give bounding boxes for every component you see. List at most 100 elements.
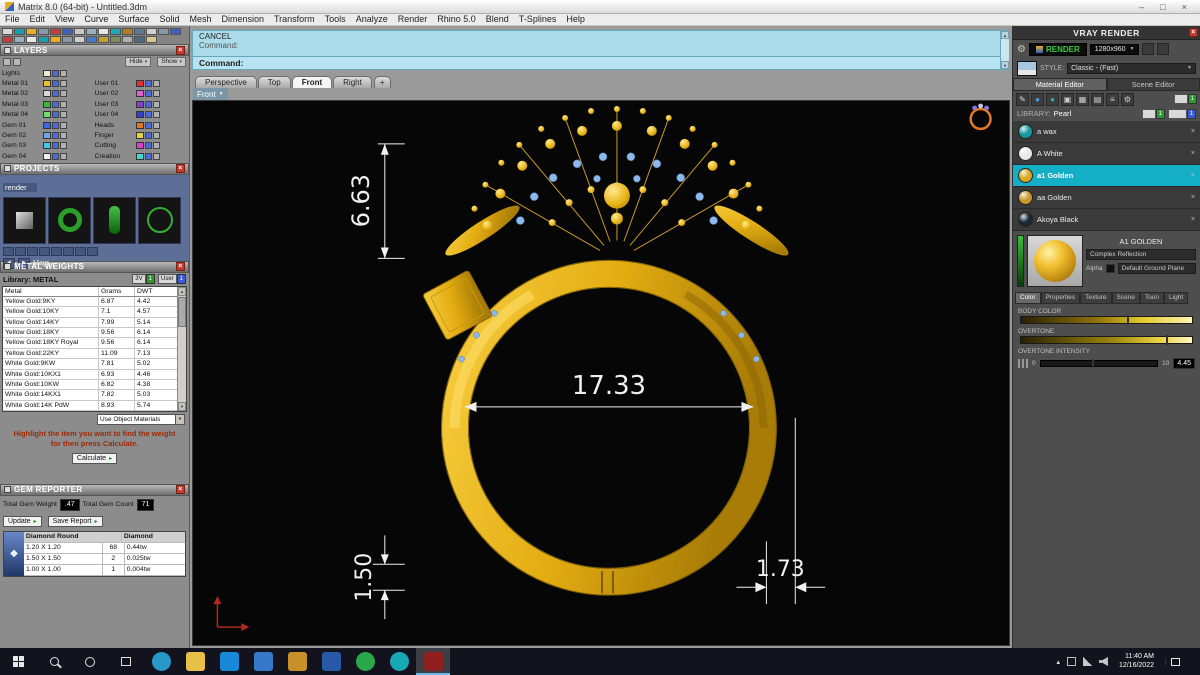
material-item[interactable]: a1 Golden ×: [1013, 165, 1200, 187]
dim-thickness[interactable]: 1.50: [352, 535, 405, 620]
close-icon[interactable]: ×: [176, 45, 185, 55]
toolbar-icon[interactable]: [134, 35, 145, 43]
close-icon[interactable]: ×: [176, 164, 185, 174]
layer-item[interactable]: Metal 02: [2, 89, 95, 99]
layer-item[interactable]: User 04: [95, 110, 188, 120]
alpha-swatch[interactable]: [1105, 264, 1115, 273]
vray-tool-icon[interactable]: ●: [1031, 92, 1044, 106]
layer-color-swatch[interactable]: [135, 132, 144, 140]
layer-item[interactable]: Gem 03: [2, 141, 95, 151]
layer-item[interactable]: Lights: [2, 68, 95, 78]
clock[interactable]: 11:40 AM 12/16/2022: [1115, 653, 1158, 670]
3v-toggle[interactable]: 3V 1: [1174, 94, 1197, 104]
gem-table-row[interactable]: 1.20 X 1.20 68 0.44tw: [24, 542, 185, 554]
column-header[interactable]: Grams: [99, 286, 135, 296]
project-tool-icon[interactable]: [15, 246, 26, 256]
menu-item[interactable]: Edit: [25, 14, 51, 25]
layer-name[interactable]: Gem 03: [2, 142, 42, 149]
toolbar-icon[interactable]: [2, 27, 13, 35]
layer-color-swatch[interactable]: [43, 132, 51, 140]
layer-name[interactable]: Gem 02: [2, 132, 42, 139]
toolbar-icon[interactable]: [62, 35, 73, 43]
user-toggle[interactable]: User 1: [1167, 108, 1196, 119]
layer-visibility-icon[interactable]: [60, 69, 67, 77]
scroll-up-icon[interactable]: ▲: [1001, 31, 1009, 39]
toolbar-icon[interactable]: [14, 35, 25, 43]
delete-material-icon[interactable]: ×: [1191, 216, 1195, 223]
scroll-down-icon[interactable]: ▼: [1001, 61, 1009, 69]
delete-layer-icon[interactable]: [13, 57, 21, 66]
gem-table-row[interactable]: 1.00 X 1.00 1 0.004tw: [24, 564, 185, 576]
layer-color-swatch[interactable]: [135, 100, 144, 108]
metal-library-label[interactable]: Library: METAL: [3, 275, 58, 284]
task-view-button[interactable]: [108, 648, 144, 675]
layer-name[interactable]: Metal 01: [2, 80, 42, 87]
layer-item[interactable]: Metal 01: [2, 78, 95, 88]
metal-table-row[interactable]: Yellow Gold:10KY 7.1 4.57: [3, 307, 177, 318]
layer-color-swatch[interactable]: [135, 111, 144, 119]
dim-height[interactable]: 6.63: [347, 143, 405, 259]
tab-scene-editor[interactable]: Scene Editor: [1106, 78, 1200, 91]
style-dropdown[interactable]: Classic - (Fast) ▼: [1067, 62, 1196, 74]
render-option-icon[interactable]: [1157, 43, 1170, 55]
layer-lock-icon[interactable]: [52, 152, 59, 160]
layer-visibility-icon[interactable]: [152, 111, 160, 119]
layer-lock-icon[interactable]: [52, 90, 59, 98]
hide-dropdown[interactable]: Hide ▾: [125, 56, 152, 67]
layer-lock-icon[interactable]: [144, 100, 152, 108]
layer-color-swatch[interactable]: [43, 152, 51, 160]
project-tool-icon[interactable]: [75, 246, 86, 256]
layer-lock-icon[interactable]: [52, 132, 59, 140]
scroll-down-icon[interactable]: ▼: [178, 402, 186, 412]
slider-marker[interactable]: [1166, 335, 1169, 345]
toolbar-icon[interactable]: [38, 35, 49, 43]
project-tool-icon[interactable]: [27, 246, 38, 256]
metal-table-row[interactable]: Yellow Gold:18KY Royal 9.56 6.14: [3, 338, 177, 349]
project-thumbnail[interactable]: [93, 196, 136, 244]
layer-lock-icon[interactable]: [52, 100, 59, 108]
ring-model[interactable]: [422, 105, 793, 596]
taskbar-app-button[interactable]: [280, 648, 314, 675]
layer-lock-icon[interactable]: [144, 142, 152, 150]
start-button[interactable]: [0, 648, 36, 675]
toolbar-icon[interactable]: [98, 27, 109, 35]
menu-item[interactable]: Solid: [154, 14, 184, 25]
vray-tool-icon[interactable]: ●: [1046, 92, 1059, 106]
delete-material-icon[interactable]: ×: [1191, 128, 1195, 135]
scroll-up-icon[interactable]: ▲: [178, 286, 186, 296]
toolbar-icon[interactable]: [26, 35, 37, 43]
close-icon[interactable]: ×: [176, 262, 185, 272]
layer-name[interactable]: Creation: [95, 153, 135, 160]
toolbar-icon[interactable]: [38, 27, 49, 35]
material-item[interactable]: a wax ×: [1013, 121, 1200, 143]
resolution-dropdown[interactable]: 1280x960 ▼: [1089, 43, 1140, 55]
volume-icon[interactable]: [1098, 657, 1108, 666]
layer-visibility-icon[interactable]: [152, 121, 160, 129]
layer-name[interactable]: User 03: [95, 101, 135, 108]
layer-color-swatch[interactable]: [135, 152, 144, 160]
layer-visibility-icon[interactable]: [60, 111, 67, 119]
ring-render[interactable]: 6.63 17.33 1.50 1.73: [193, 101, 1009, 645]
layer-item[interactable]: Metal 03: [2, 99, 95, 109]
menu-item[interactable]: Tools: [320, 14, 351, 25]
project-thumbnail[interactable]: [48, 196, 91, 244]
ground-plane-option[interactable]: Default Ground Plane: [1117, 263, 1196, 274]
ring-view-icon[interactable]: [969, 103, 992, 131]
layer-visibility-icon[interactable]: [60, 152, 67, 160]
property-tab[interactable]: Toon: [1139, 292, 1165, 304]
layer-lock-icon[interactable]: [144, 80, 152, 88]
toolbar-icon[interactable]: [122, 35, 133, 43]
layer-visibility-icon[interactable]: [60, 132, 67, 140]
vray-tool-icon[interactable]: ✎: [1016, 92, 1029, 106]
taskbar-app-button[interactable]: [314, 648, 348, 675]
viewport-canvas[interactable]: 6.63 17.33 1.50 1.73: [192, 100, 1010, 646]
column-header[interactable]: DWT: [135, 287, 177, 296]
layer-name[interactable]: Metal 04: [2, 111, 42, 118]
toolbar-icon[interactable]: [50, 27, 61, 35]
layer-item[interactable]: Gem 01: [2, 120, 95, 130]
layer-visibility-icon[interactable]: [152, 142, 160, 150]
metal-table-row[interactable]: White Gold:14KX1 7.82 5.03: [3, 390, 177, 401]
layer-color-swatch[interactable]: [43, 121, 51, 129]
toolbar-icon[interactable]: [146, 27, 157, 35]
layer-visibility-icon[interactable]: [60, 100, 67, 108]
